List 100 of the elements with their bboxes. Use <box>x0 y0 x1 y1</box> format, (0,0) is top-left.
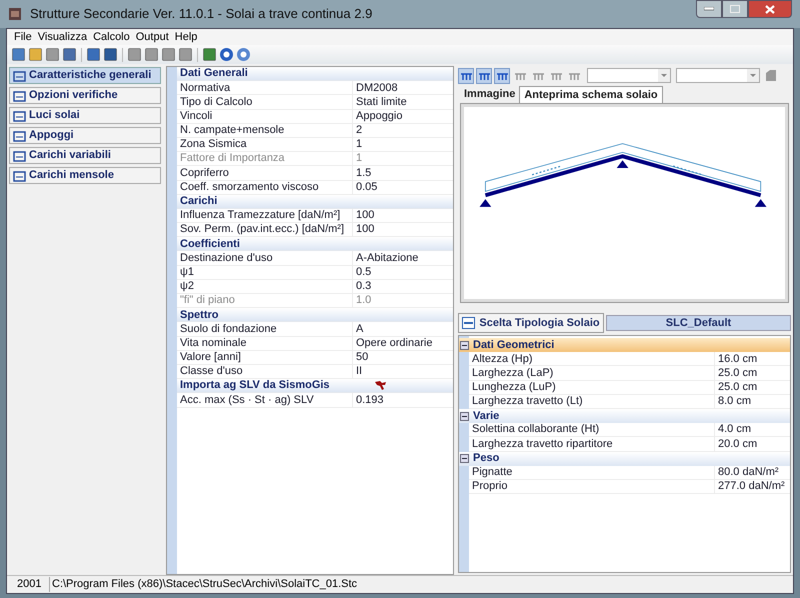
property-label: Vincoli <box>177 110 353 123</box>
collapse-icon[interactable] <box>460 454 469 464</box>
italy-map-icon[interactable] <box>374 380 387 392</box>
property-label: Coeff. smorzamento viscoso <box>177 180 353 194</box>
property-label: Lunghezza (LuP) <box>469 380 715 394</box>
section-header: Coefficienti <box>179 236 241 252</box>
property-label: N. campate+mensole <box>177 124 353 137</box>
status-code: 2001 <box>16 577 42 592</box>
collapse-icon[interactable] <box>460 412 469 421</box>
property-value: 4.0 cm <box>717 422 752 438</box>
section-header[interactable]: Peso <box>459 452 790 466</box>
menu-item[interactable]: Output <box>132 28 172 46</box>
section-header: Dati Generali <box>179 66 249 82</box>
nav-icon <box>13 90 26 102</box>
toolbar-icon[interactable] <box>62 47 77 62</box>
toolbar-button[interactable] <box>476 68 492 84</box>
property-value: 20.0 cm <box>717 436 758 452</box>
property-value: Stati limite <box>355 94 408 110</box>
toolbar-icon[interactable] <box>202 47 217 62</box>
property-value: 0.193 <box>355 392 385 408</box>
tab[interactable]: Anteprima schema solaio <box>519 86 663 103</box>
section-header[interactable]: Dati Geometrici <box>459 338 790 352</box>
slab-type-field: SLC_Default <box>606 315 791 331</box>
file-path: C:\Program Files (x86)\Stacec\StruSec\Archivi\SolaiTC_01.Stc <box>49 577 793 592</box>
toolbar-icon[interactable] <box>219 47 234 62</box>
menu-item[interactable]: Visualizza <box>34 28 90 46</box>
property-label: Destinazione d'uso <box>177 251 353 265</box>
nav-icon <box>13 170 26 182</box>
window-title: Strutture Secondarie Ver. 11.0.1 - Solai a trave continua 2.9 <box>30 5 372 24</box>
property-label: Normativa <box>177 81 353 94</box>
property-value: 1.0 <box>355 293 372 308</box>
nav-button[interactable]: Opzioni verifiche <box>9 87 161 104</box>
property-value: 25.0 cm <box>717 380 758 395</box>
maximize-button[interactable] <box>722 0 748 18</box>
nav-button[interactable]: Carichi mensole <box>9 167 161 184</box>
app-icon <box>8 7 22 21</box>
toolbar-icon[interactable] <box>103 47 118 62</box>
property-value: 0.05 <box>355 180 378 195</box>
property-value: 1.5 <box>355 166 372 181</box>
property-label: Influenza Tramezzature [daN/m²] <box>177 208 353 222</box>
property-value: 16.0 cm <box>717 352 758 367</box>
property-value: A-Abitazione <box>355 250 420 266</box>
minimize-icon <box>704 7 714 11</box>
collapse-icon[interactable] <box>460 340 469 350</box>
property-label: Sov. Perm. (pav.int.ecc.) [daN/m²] <box>177 223 353 236</box>
property-label: Classe d'uso <box>177 364 353 378</box>
nav-button[interactable]: Carichi variabili <box>9 147 161 164</box>
property-label: Acc. max (Ss · St · ag) SLV <box>177 393 353 406</box>
property-label: Larghezza (LaP) <box>469 366 715 380</box>
property-value: DM2008 <box>355 80 399 96</box>
toolbar-icon[interactable] <box>11 47 26 62</box>
property-label: Fattore di Importanza <box>177 152 353 166</box>
section-header: Spettro <box>179 308 220 323</box>
toolbar-icon[interactable] <box>86 47 101 62</box>
property-value: 0.3 <box>355 279 372 294</box>
property-label: Vita nominale <box>177 336 353 350</box>
nav-icon <box>13 70 26 82</box>
nav-button[interactable]: Caratteristiche generali <box>9 67 161 84</box>
nav-icon <box>13 150 26 162</box>
property-label: ψ1 <box>177 266 353 279</box>
toolbar-icon[interactable] <box>28 47 43 62</box>
property-value: 8.0 cm <box>717 394 752 410</box>
property-value: II <box>355 364 364 380</box>
property-value: 2 <box>355 123 364 138</box>
property-value: 100 <box>355 208 376 224</box>
property-label: "fi" di piano <box>177 294 353 308</box>
toolbar-button[interactable] <box>458 68 474 84</box>
toolbar-icon[interactable] <box>236 47 251 62</box>
property-label: Solettina collaborante (Ht) <box>469 423 715 436</box>
section-header[interactable]: Varie <box>459 408 790 424</box>
property-value: Appoggio <box>355 108 404 124</box>
menu-item[interactable]: File <box>11 28 35 46</box>
property-value: 0.5 <box>355 264 372 280</box>
close-button[interactable] <box>748 0 792 18</box>
slab-type-button[interactable]: Scelta Tipologia Solaio <box>458 313 604 333</box>
menu-item[interactable]: Help <box>172 28 200 46</box>
property-label: Proprio <box>469 480 715 494</box>
property-value: 1 <box>355 151 364 166</box>
property-label: Tipo di Calcolo <box>177 95 353 109</box>
property-label: Pignatte <box>469 466 715 479</box>
property-value: 80.0 daN/m² <box>717 465 780 480</box>
property-label: Copriferro <box>177 166 353 180</box>
section-header: Importa ag SLV da SismoGis <box>179 378 331 394</box>
property-value: 100 <box>355 222 376 238</box>
property-value: Opere ordinarie <box>355 336 434 351</box>
slab-icon <box>462 317 476 329</box>
property-value: 50 <box>355 350 370 366</box>
property-value: 25.0 cm <box>717 366 758 381</box>
toolbar-button[interactable] <box>494 68 510 84</box>
maximize-icon <box>730 5 740 13</box>
minimize-button[interactable] <box>696 0 722 18</box>
nav-button[interactable]: Luci solai <box>9 107 161 124</box>
property-label: Larghezza travetto ripartitore <box>469 437 715 450</box>
section-header: Carichi <box>179 194 218 210</box>
nav-button[interactable]: Appoggi <box>9 127 161 144</box>
property-label: Larghezza travetto (Lt) <box>469 394 715 408</box>
property-label: Valore [anni] <box>177 350 353 364</box>
menu-item[interactable]: Calcolo <box>90 28 133 46</box>
property-label: Suolo di fondazione <box>177 322 353 336</box>
property-label: ψ2 <box>177 280 353 293</box>
